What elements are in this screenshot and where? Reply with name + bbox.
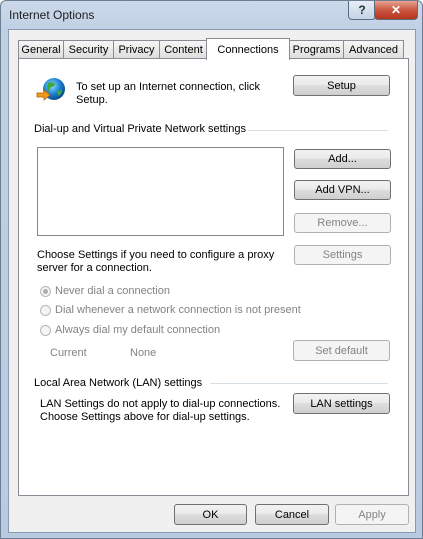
- tab-connections[interactable]: Connections: [206, 38, 290, 60]
- radio-control: [40, 324, 51, 336]
- close-button[interactable]: ✕: [374, 1, 418, 20]
- tab-content[interactable]: Content: [159, 40, 208, 58]
- apply-button[interactable]: Apply: [335, 504, 409, 525]
- tab-advanced[interactable]: Advanced: [343, 40, 404, 58]
- ok-button[interactable]: OK: [174, 504, 247, 525]
- radio-label: Always dial my default connection: [55, 324, 221, 336]
- connections-listbox[interactable]: [37, 147, 284, 236]
- internet-options-window: Internet Options ? ✕ General Security Pr…: [0, 0, 423, 539]
- radio-label: Never dial a connection: [55, 285, 170, 297]
- set-default-button[interactable]: Set default: [293, 340, 390, 361]
- settings-button[interactable]: Settings: [294, 245, 391, 265]
- radio-control: [40, 285, 51, 297]
- title-bar[interactable]: Internet Options ? ✕: [1, 1, 422, 29]
- proxy-settings-text-line2: server for a connection.: [37, 262, 152, 274]
- setup-button[interactable]: Setup: [293, 75, 390, 96]
- tab-privacy[interactable]: Privacy: [113, 40, 160, 58]
- radio-control: [40, 304, 51, 316]
- tab-label: Content: [164, 43, 203, 56]
- dialog-client-area: General Security Privacy Content Connect…: [8, 29, 416, 533]
- current-connection-value: None: [130, 347, 157, 359]
- setup-description-line2: Setup.: [76, 94, 108, 106]
- tab-label: Advanced: [349, 43, 398, 56]
- add-vpn-button[interactable]: Add VPN...: [294, 180, 391, 200]
- lan-group-divider: [210, 383, 388, 384]
- remove-button[interactable]: Remove...: [294, 213, 391, 233]
- tab-label: Security: [68, 43, 109, 56]
- tab-general[interactable]: General: [18, 40, 64, 58]
- radio-never-dial[interactable]: Never dial a connection: [40, 285, 170, 297]
- dialup-group-divider: [248, 130, 388, 131]
- close-icon: ✕: [390, 3, 402, 17]
- radio-label: Dial whenever a network connection is no…: [55, 304, 301, 316]
- tab-programs[interactable]: Programs: [289, 40, 344, 58]
- radio-dial-whenever[interactable]: Dial whenever a network connection is no…: [40, 304, 301, 316]
- lan-settings-button[interactable]: LAN settings: [293, 393, 390, 414]
- help-button[interactable]: ?: [348, 1, 376, 20]
- globe-network-icon: [35, 75, 67, 107]
- cancel-button[interactable]: Cancel: [255, 504, 329, 525]
- tab-label: Privacy: [118, 43, 155, 56]
- tab-security[interactable]: Security: [63, 40, 114, 58]
- proxy-settings-text-line1: Choose Settings if you need to configure…: [37, 249, 275, 261]
- connections-panel: To set up an Internet connection, click …: [18, 58, 409, 496]
- tab-label: General: [21, 43, 61, 56]
- setup-description-line1: To set up an Internet connection, click: [76, 81, 261, 93]
- dialup-group-label: Dial-up and Virtual Private Network sett…: [34, 123, 246, 135]
- add-button[interactable]: Add...: [294, 149, 391, 169]
- lan-group-label: Local Area Network (LAN) settings: [34, 377, 203, 389]
- radio-always-dial[interactable]: Always dial my default connection: [40, 324, 220, 336]
- tab-label: Programs: [292, 43, 341, 56]
- tab-label: Connections: [217, 43, 279, 56]
- help-icon: ?: [358, 3, 366, 17]
- lan-description-line2: Choose Settings above for dial-up settin…: [40, 411, 250, 423]
- current-connection-label: Current: [50, 347, 87, 359]
- lan-description-line1: LAN Settings do not apply to dial-up con…: [40, 398, 281, 410]
- window-title: Internet Options: [9, 8, 95, 22]
